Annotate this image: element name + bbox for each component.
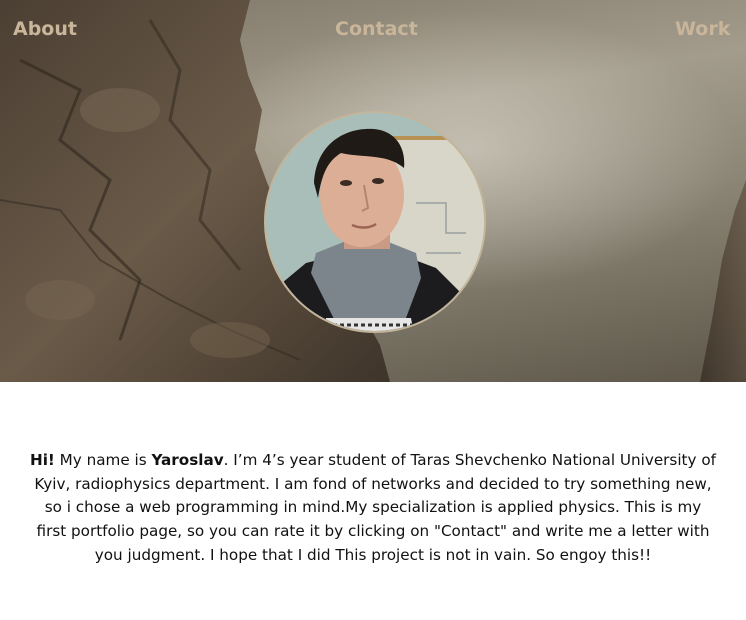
hero-banner: About Contact Work	[0, 0, 746, 382]
nav-contact-link[interactable]: Contact	[335, 18, 418, 40]
profile-photo	[266, 113, 484, 331]
nav-work-link[interactable]: Work	[675, 18, 730, 40]
bio-name: Yaroslav	[151, 451, 224, 470]
bio-paragraph: Hi! My name is Yaroslav. I’m 4’s year st…	[30, 449, 716, 567]
profile-avatar	[264, 111, 486, 333]
nav-about-link[interactable]: About	[13, 18, 77, 40]
bio-greeting: Hi!	[30, 451, 55, 470]
bio-intro: My name is	[54, 451, 152, 470]
